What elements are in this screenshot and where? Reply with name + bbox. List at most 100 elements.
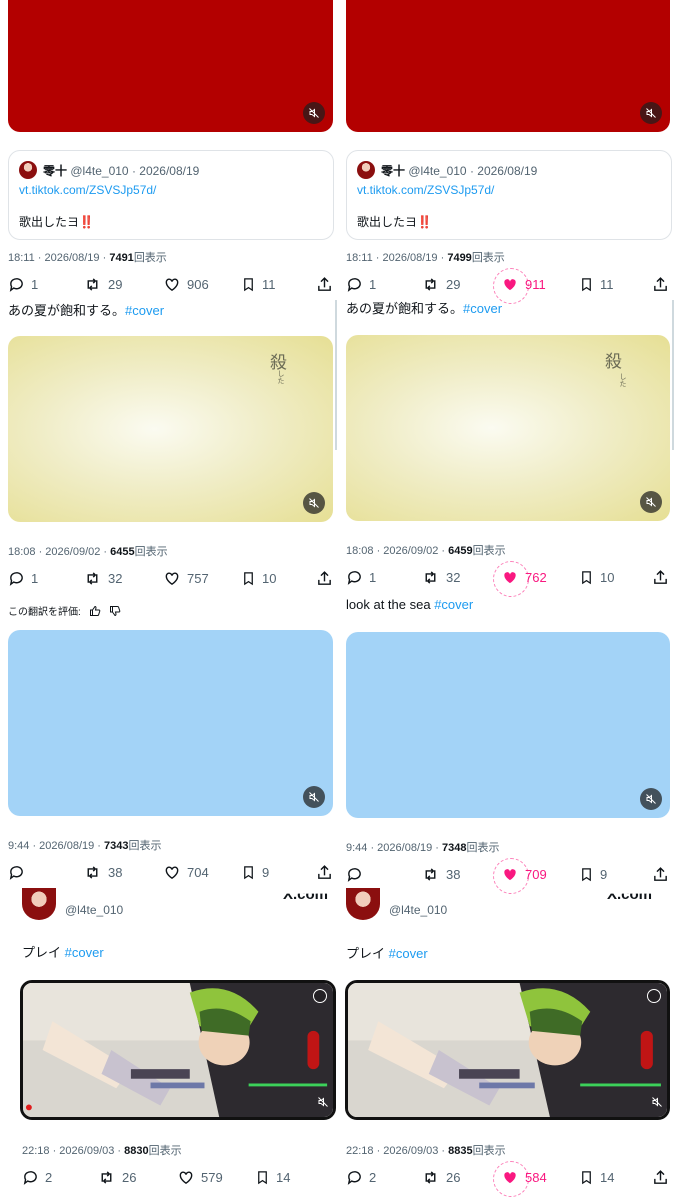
bookmark-button[interactable]: 14 [255, 1169, 290, 1186]
mute-icon[interactable] [317, 1095, 329, 1113]
hashtag-link[interactable]: #cover [463, 301, 502, 316]
post-timestamp[interactable]: 22:18 · 2026/09/03 · [346, 1145, 448, 1157]
repost-button[interactable]: 29 [83, 276, 122, 293]
like-button[interactable]: 584 [493, 1161, 547, 1197]
like-button[interactable]: 704 [163, 864, 209, 881]
repost-count: 29 [446, 277, 461, 292]
like-count: 579 [201, 1170, 223, 1185]
video-thumbnail[interactable] [346, 0, 670, 132]
bookmark-button[interactable]: 11 [241, 276, 276, 293]
mute-icon[interactable] [303, 102, 325, 124]
post-timestamp[interactable]: 18:08 · 2026/09/02 · [8, 546, 110, 558]
quote-handle[interactable]: @l4te_010 [70, 164, 128, 178]
video-thumbnail[interactable] [20, 980, 336, 1120]
repost-button[interactable]: 38 [421, 866, 460, 883]
author-handle[interactable]: @l4te_010 [389, 903, 447, 917]
post-timestamp[interactable]: 18:11 · 2026/08/19 · [8, 252, 109, 264]
post-timestamp[interactable]: 18:11 · 2026/08/19 · [346, 252, 447, 264]
reply-icon [347, 278, 361, 292]
avatar[interactable] [22, 888, 56, 920]
bookmark-button[interactable]: 9 [241, 864, 269, 881]
post-timestamp[interactable]: 9:44 · 2026/08/19 · [346, 842, 442, 854]
record-circle-icon[interactable] [647, 989, 661, 1003]
like-button[interactable]: 906 [163, 276, 209, 293]
post-timestamp[interactable]: 22:18 · 2026/09/03 · [22, 1145, 124, 1157]
avatar[interactable] [357, 161, 375, 179]
hashtag-link[interactable]: #cover [389, 946, 428, 961]
thumbs-down-icon[interactable] [109, 605, 121, 617]
video-thumbnail[interactable]: 殺 した [8, 336, 333, 522]
repost-button[interactable]: 32 [421, 569, 460, 586]
view-count: 7348 [442, 842, 467, 854]
reply-count: 1 [31, 571, 39, 586]
mute-icon[interactable] [303, 492, 325, 514]
share-button[interactable] [652, 1169, 669, 1186]
repost-button[interactable]: 29 [421, 276, 460, 293]
reply-button[interactable]: 2 [22, 1169, 52, 1186]
hashtag-link[interactable]: #cover [125, 303, 164, 318]
share-button[interactable] [652, 569, 669, 586]
reply-button[interactable]: 1 [346, 569, 376, 586]
mute-icon[interactable] [640, 102, 662, 124]
avatar[interactable] [19, 161, 37, 179]
bookmark-button[interactable]: 10 [241, 570, 276, 587]
like-button[interactable]: 911 [493, 268, 546, 304]
repost-button[interactable]: 32 [83, 570, 122, 587]
view-count: 8835 [448, 1145, 473, 1157]
share-button[interactable] [652, 276, 669, 293]
reply-button[interactable]: 2 [346, 1169, 376, 1186]
reply-button[interactable]: 1 [346, 276, 376, 293]
mute-icon[interactable] [303, 786, 325, 808]
like-button[interactable]: 579 [177, 1169, 223, 1186]
share-button[interactable] [316, 864, 333, 881]
video-thumbnail[interactable] [345, 980, 670, 1120]
reply-button[interactable] [8, 864, 31, 881]
video-thumbnail[interactable] [8, 0, 333, 132]
reply-button[interactable]: 1 [8, 276, 38, 293]
share-button[interactable] [652, 866, 669, 883]
mute-icon[interactable] [651, 1095, 663, 1113]
post-timestamp[interactable]: 9:44 · 2026/08/19 · [8, 840, 104, 852]
hashtag-link[interactable]: #cover [65, 945, 104, 960]
share-button[interactable] [316, 276, 333, 293]
mute-icon[interactable] [640, 491, 662, 513]
like-count: 906 [187, 277, 209, 292]
repost-button[interactable]: 26 [421, 1169, 460, 1186]
bookmark-button[interactable]: 11 [579, 276, 614, 293]
quote-card[interactable]: 零十 @l4te_010 · 2026/08/19 vt.tiktok.com/… [8, 150, 334, 240]
thumbs-up-icon[interactable] [89, 605, 101, 617]
scrollbar[interactable] [672, 300, 674, 450]
quote-link[interactable]: vt.tiktok.com/ZSVSJp57d/ [19, 183, 156, 197]
bookmark-button[interactable]: 9 [579, 866, 607, 883]
post-timestamp[interactable]: 18:08 · 2026/09/02 · [346, 545, 448, 557]
quote-author-name[interactable]: 零十 [381, 164, 405, 178]
quote-author-name[interactable]: 零十 [43, 164, 67, 178]
mute-icon[interactable] [640, 788, 662, 810]
video-thumbnail[interactable]: 殺 した [346, 335, 670, 521]
bookmark-button[interactable]: 14 [579, 1169, 614, 1186]
video-thumbnail[interactable] [8, 630, 333, 816]
share-button[interactable] [316, 570, 333, 587]
repost-button[interactable]: 26 [97, 1169, 136, 1186]
quote-link[interactable]: vt.tiktok.com/ZSVSJp57d/ [357, 183, 494, 197]
avatar[interactable] [346, 888, 380, 920]
bookmark-icon [582, 1171, 591, 1185]
post-meta: 18:08 · 2026/09/02 · 6459回表示 [346, 542, 506, 558]
like-button[interactable]: 757 [163, 570, 209, 587]
reply-button[interactable]: 1 [8, 570, 38, 587]
author-handle[interactable]: @l4te_010 [65, 903, 123, 917]
video-thumbnail[interactable] [346, 632, 670, 818]
like-button[interactable]: 762 [493, 561, 547, 597]
reply-button[interactable] [346, 866, 369, 883]
repost-button[interactable]: 38 [83, 864, 122, 881]
quote-card[interactable]: 零十 @l4te_010 · 2026/08/19 vt.tiktok.com/… [346, 150, 672, 240]
bookmark-count: 10 [262, 571, 277, 586]
quote-handle[interactable]: @l4te_010 [408, 164, 466, 178]
bookmark-icon [244, 866, 253, 880]
hashtag-link[interactable]: #cover [434, 597, 473, 612]
record-circle-icon[interactable] [313, 989, 327, 1003]
like-button[interactable]: 709 [493, 858, 547, 894]
translation-rating-label: この翻訳を評価: [8, 607, 81, 618]
repost-icon [425, 278, 436, 291]
bookmark-button[interactable]: 10 [579, 569, 614, 586]
